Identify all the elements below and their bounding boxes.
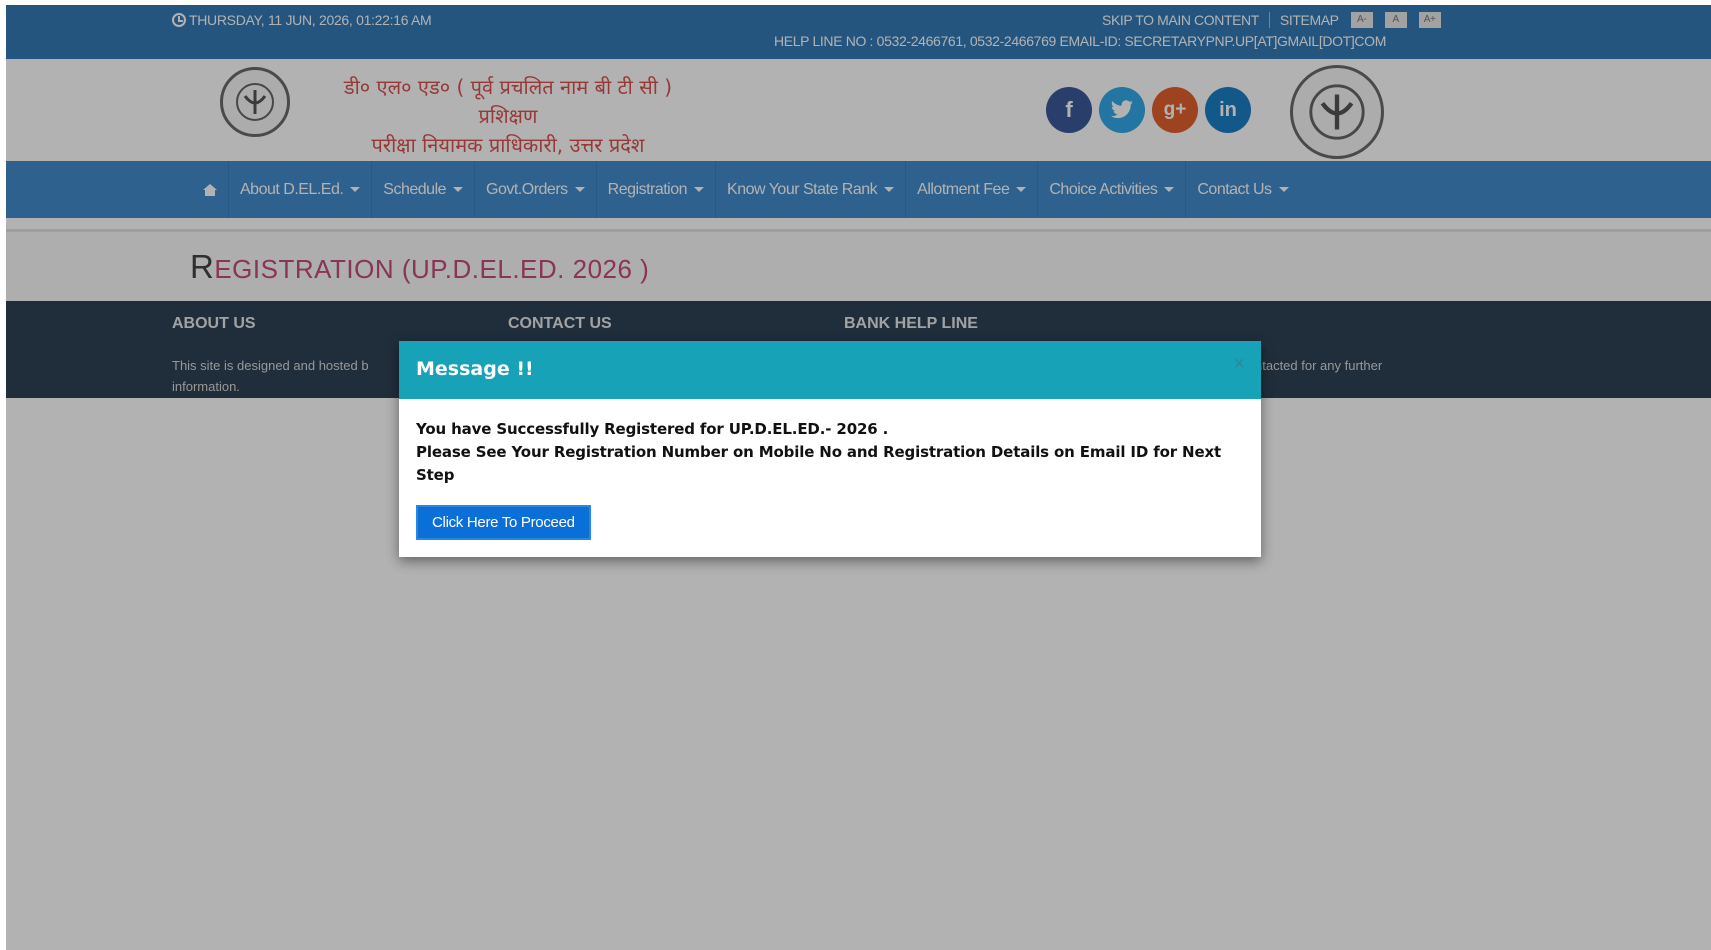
modal-title: Message !! <box>416 358 534 380</box>
modal-header: Message !! × <box>399 341 1261 399</box>
success-message: You have Successfully Registered for UP.… <box>416 420 889 438</box>
instruction-message: Please See Your Registration Number on M… <box>416 443 1222 484</box>
modal-body: You have Successfully Registered for UP.… <box>399 399 1261 487</box>
close-icon[interactable]: × <box>1233 353 1245 376</box>
page: THURSDAY, 11 JUN, 2026, 01:22:16 AM SKIP… <box>6 5 1711 950</box>
message-modal: Message !! × You have Successfully Regis… <box>399 341 1261 557</box>
proceed-button[interactable]: Click Here To Proceed <box>416 505 591 540</box>
